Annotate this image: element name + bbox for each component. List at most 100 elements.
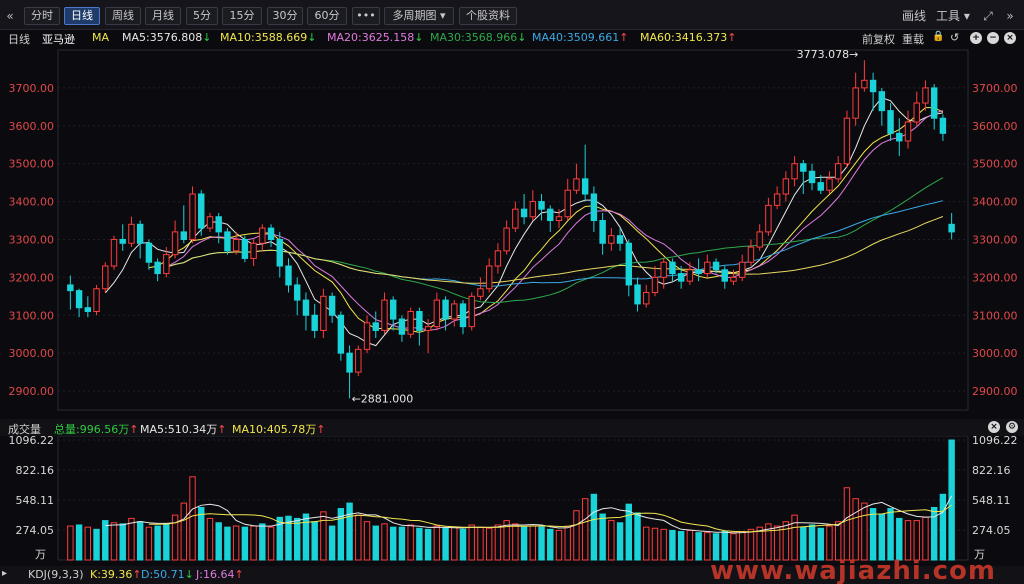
volume-unit-left: 万 <box>35 548 46 561</box>
volume-bar <box>477 526 484 561</box>
volume-bar <box>485 527 493 561</box>
candle-body <box>424 326 432 331</box>
volume-bar <box>494 524 502 561</box>
price-tick-left: 3300.00 <box>9 233 55 246</box>
volume-bar <box>215 522 222 561</box>
volume-bar <box>529 525 537 561</box>
price-tick-left: 3400.00 <box>9 196 55 209</box>
candle-body <box>503 227 510 252</box>
volume-bar <box>835 521 842 561</box>
candle-body <box>171 231 179 256</box>
candle-body <box>442 299 449 320</box>
volume-bar <box>110 522 118 561</box>
low-annotation: ←2881.000 <box>352 392 414 405</box>
volume-bar <box>390 526 397 561</box>
candle-body <box>765 204 772 233</box>
volume-bar <box>154 525 161 561</box>
vol-item-label: 总量:996.56万 <box>54 423 130 436</box>
candle-body <box>398 318 406 335</box>
volume-tick-left: 274.05 <box>16 524 55 537</box>
candle-body <box>67 284 74 292</box>
volume-bar <box>442 527 449 561</box>
candle-body <box>616 235 624 244</box>
price-tick-right: 3200.00 <box>972 271 1018 284</box>
volume-settings-icon[interactable]: ⚙ <box>1006 421 1018 433</box>
candle-body <box>416 310 423 331</box>
price-tick-left: 3700.00 <box>9 82 55 95</box>
candle-body <box>791 163 798 180</box>
candle-body <box>259 227 266 244</box>
candle-body <box>564 189 571 218</box>
candle-body <box>180 231 187 240</box>
price-tick-left: 2900.00 <box>9 385 55 398</box>
volume-bar <box>180 502 187 561</box>
candle-body <box>887 110 894 134</box>
kdj-item-1: D:50.71↓ <box>141 568 194 581</box>
volume-bar <box>773 525 781 561</box>
candle-body <box>276 238 283 267</box>
volume-bar <box>677 531 685 561</box>
candle-body <box>328 295 336 316</box>
vol-item-0: 总量:996.56万↑ <box>54 421 138 437</box>
candle-body <box>93 288 100 312</box>
volume-bar <box>163 523 170 561</box>
watermark-logo: www.wajiazhi.com <box>709 556 996 584</box>
volume-bar <box>328 525 336 561</box>
volume-tick-right: 274.05 <box>972 524 1011 537</box>
candle-body <box>651 276 659 294</box>
candle-body <box>869 79 877 93</box>
volume-bar <box>887 508 894 561</box>
volume-bar <box>198 506 205 561</box>
volume-bar <box>904 520 912 561</box>
volume-bar <box>302 513 310 561</box>
candle-body <box>948 223 955 233</box>
price-tick-right: 3600.00 <box>972 120 1018 133</box>
candle-body <box>547 208 554 222</box>
candle-body <box>433 299 441 328</box>
volume-bar <box>84 526 92 561</box>
volume-indicator-bar: 成交量 总量:996.56万↑ MA5:510.34万↑ MA10:405.78万↑… <box>0 419 1024 436</box>
volume-bar <box>590 493 598 561</box>
candle-body <box>459 303 467 328</box>
candle-body <box>939 117 947 134</box>
volume-bar <box>581 498 589 561</box>
candle-body <box>913 102 920 123</box>
ma20-line <box>166 110 944 331</box>
volume-bar <box>398 526 406 561</box>
candle-body <box>320 295 327 331</box>
candle-body <box>896 132 903 142</box>
candle-body <box>625 242 632 286</box>
volume-tick-right: 822.16 <box>972 464 1011 477</box>
candle-body <box>136 223 144 244</box>
volume-bar <box>939 493 947 561</box>
volume-bar <box>424 528 432 561</box>
price-tick-right: 3400.00 <box>972 196 1018 209</box>
candle-body <box>634 284 641 305</box>
volume-bar <box>669 529 676 561</box>
candle-body <box>529 201 537 218</box>
candle-body <box>494 250 502 267</box>
candle-body <box>224 231 231 252</box>
collapse-icon[interactable]: ▸ <box>2 568 7 579</box>
price-tick-left: 3000.00 <box>9 347 55 360</box>
volume-bar <box>843 487 851 561</box>
candle-body <box>852 87 859 119</box>
volume-bar <box>372 525 379 561</box>
volume-bar <box>294 517 301 561</box>
volume-close-icon[interactable]: × <box>988 421 1000 433</box>
candle-body <box>451 303 458 320</box>
volume-bar <box>189 476 196 561</box>
candle-body <box>302 299 310 316</box>
volume-bar <box>250 525 257 561</box>
price-volume-chart[interactable]: 3700.00 3700.00 3600.00 3600.00 3500.00 3500.… <box>0 0 1024 584</box>
candle-body <box>267 227 275 240</box>
candle-body <box>250 242 257 259</box>
candle-body <box>189 193 196 240</box>
candle-body <box>102 265 109 290</box>
candle-body <box>346 352 353 373</box>
candle-body <box>198 193 205 229</box>
candle-body <box>573 178 580 191</box>
volume-bar <box>913 520 920 561</box>
vol-item-arrow: ↑ <box>129 423 139 436</box>
volume-bar <box>634 512 641 561</box>
